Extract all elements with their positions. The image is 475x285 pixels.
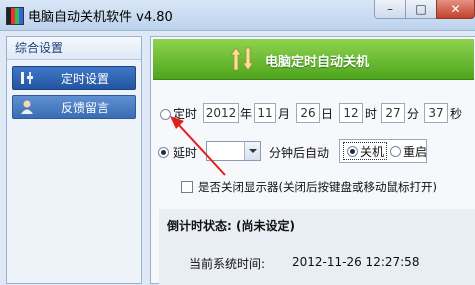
second-unit: 秒 <box>450 107 463 121</box>
restart-label: 重启 <box>403 145 428 159</box>
year-field[interactable]: 2012 <box>203 103 239 123</box>
hour-field[interactable]: 12 <box>339 103 363 123</box>
app-icon <box>6 7 24 25</box>
sidebar: 综合设置 定时设置 反馈留言 <box>6 36 142 284</box>
sidebar-header: 综合设置 <box>7 37 141 60</box>
main-panel: 电脑定时自动关机 定时 2012 年 11 月 26 日 12 时 27 分 3… <box>150 36 475 285</box>
shutdown-label: 关机 <box>360 145 385 159</box>
day-field[interactable]: 26 <box>296 103 320 123</box>
tools-icon <box>21 72 33 84</box>
hour-unit: 时 <box>365 107 378 121</box>
restart-radio[interactable] <box>390 146 401 157</box>
month-field[interactable]: 11 <box>254 103 276 123</box>
second-field[interactable]: 37 <box>424 103 448 123</box>
timed-label: 定时 <box>173 107 198 121</box>
close-button[interactable]: ✕ <box>436 0 475 19</box>
turn-off-monitor-checkbox[interactable] <box>181 181 193 193</box>
sidebar-item-label: 定时设置 <box>61 72 110 86</box>
year-unit: 年 <box>240 107 253 121</box>
minimize-button[interactable]: – <box>374 0 406 19</box>
timed-radio[interactable] <box>160 109 171 120</box>
sidebar-item-timer-settings[interactable]: 定时设置 <box>12 66 136 90</box>
countdown-status-header: 倒计时状态: (尚未设定) <box>167 219 295 233</box>
shutdown-radio[interactable] <box>347 146 358 157</box>
system-time-value: 2012-11-26 12:27:58 <box>292 255 420 269</box>
delay-label: 延时 <box>173 146 198 160</box>
banner: 电脑定时自动关机 <box>153 39 474 80</box>
maximize-button[interactable]: □ <box>405 0 437 19</box>
delay-suffix: 分钟后自动 <box>269 146 330 160</box>
banner-title: 电脑定时自动关机 <box>265 55 370 70</box>
action-selector: 关机 重启 <box>339 139 427 163</box>
minute-unit: 分 <box>407 107 420 121</box>
up-down-arrows-icon <box>230 47 254 71</box>
day-unit: 日 <box>321 107 334 121</box>
delay-minutes-select[interactable] <box>206 141 261 161</box>
sidebar-item-label: 反馈留言 <box>61 101 110 115</box>
month-unit: 月 <box>278 107 291 121</box>
countdown-status-panel: 倒计时状态: (尚未设定) 当前系统时间: 2012-11-26 12:27:5… <box>159 209 475 285</box>
chevron-down-icon[interactable] <box>244 142 260 160</box>
minute-field[interactable]: 27 <box>381 103 405 123</box>
sidebar-item-feedback[interactable]: 反馈留言 <box>12 95 136 119</box>
turn-off-monitor-label: 是否关闭显示器(关闭后按键盘或移动鼠标打开) <box>198 180 437 194</box>
delay-radio[interactable] <box>158 147 169 158</box>
title-bar: 电脑自动关机软件 v4.80 – □ ✕ <box>0 0 475 31</box>
user-icon <box>21 100 33 114</box>
window-title: 电脑自动关机软件 v4.80 <box>28 10 173 25</box>
system-time-label: 当前系统时间: <box>189 257 266 271</box>
